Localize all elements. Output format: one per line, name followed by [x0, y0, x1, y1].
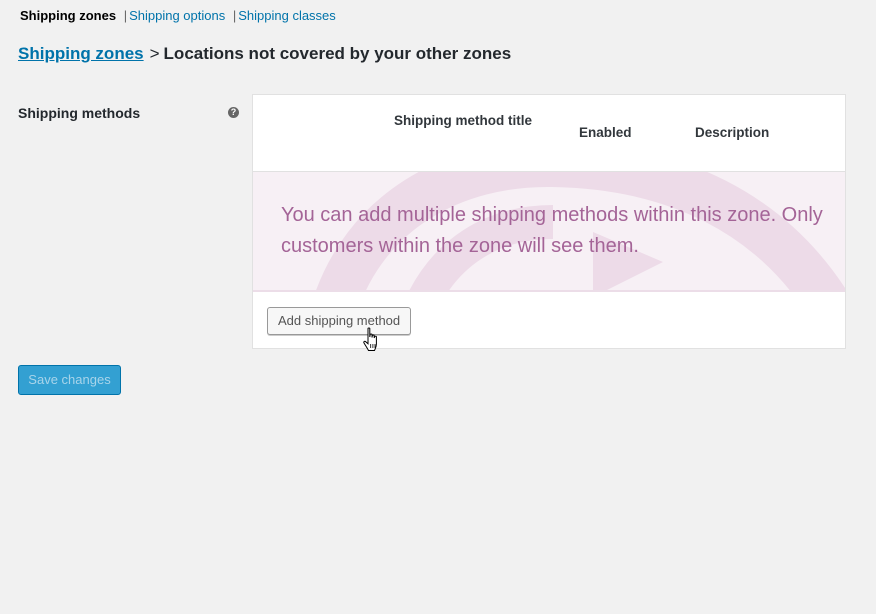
save-changes-button[interactable]: Save changes [18, 365, 121, 395]
table-footer: Add shipping method [253, 292, 845, 348]
column-header-enabled: Enabled [579, 125, 632, 140]
shipping-methods-label: Shipping methods [18, 105, 141, 121]
shipping-methods-table: Shipping method title Enabled Descriptio… [252, 94, 846, 349]
shipping-subnav: Shipping zones | Shipping options | Shippi… [20, 7, 336, 25]
column-header-title: Shipping method title [394, 113, 532, 128]
subnav-shipping-zones[interactable]: Shipping zones [20, 8, 116, 23]
breadcrumb-arrow: > [149, 44, 160, 63]
zone-name: Locations not covered by your other zone… [163, 44, 512, 63]
page-title: Shipping zones > Locations not covered by … [18, 43, 511, 65]
blank-state-message: You can add multiple shipping methods wi… [281, 204, 823, 257]
subnav-separator: | [123, 8, 128, 23]
shipping-zone-page: Shipping zones | Shipping options | Shippi… [0, 0, 876, 614]
question-icon[interactable]: ? [228, 107, 239, 118]
subnav-shipping-classes[interactable]: Shipping classes [238, 8, 336, 23]
blank-state: You can add multiple shipping methods wi… [253, 172, 845, 292]
subnav-shipping-options[interactable]: Shipping options [129, 8, 225, 23]
table-header: Shipping method title Enabled Descriptio… [253, 95, 845, 172]
subnav-separator: | [232, 8, 237, 23]
breadcrumb-shipping-zones-link[interactable]: Shipping zones [18, 44, 144, 63]
column-header-description: Description [695, 125, 770, 140]
add-shipping-method-button[interactable]: Add shipping method [267, 307, 412, 335]
hand-cursor-icon [363, 327, 377, 351]
